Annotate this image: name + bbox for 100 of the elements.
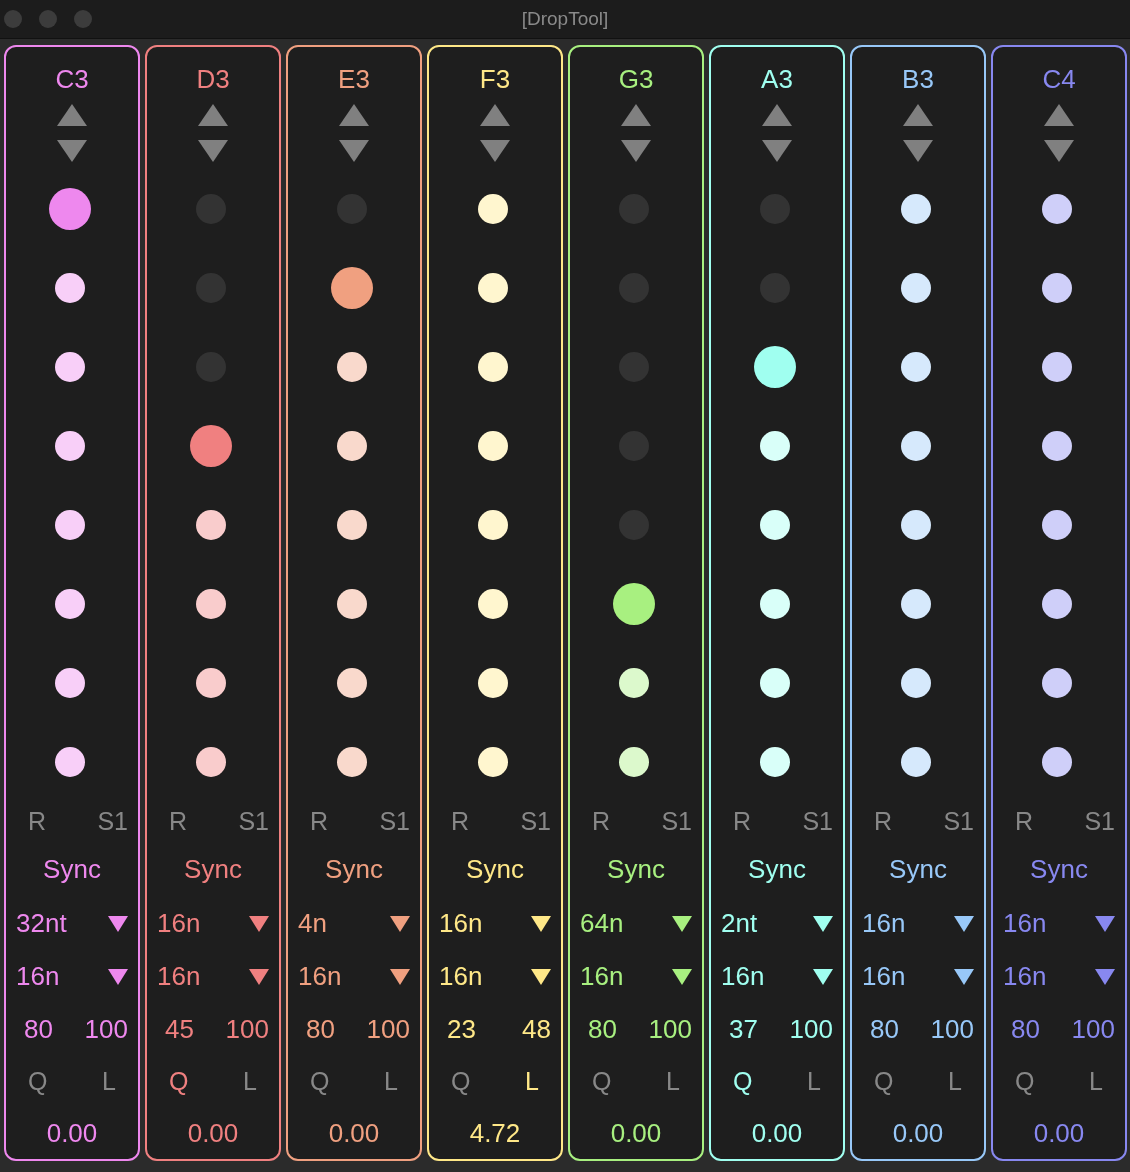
s1-button[interactable]: S1	[943, 806, 974, 836]
length-dropdown[interactable]: 16n	[860, 961, 976, 992]
rate-dropdown[interactable]: 64n	[578, 908, 694, 939]
step-dot[interactable]	[901, 351, 931, 382]
step-dot[interactable]	[1042, 272, 1072, 303]
up-arrow-icon[interactable]	[479, 103, 511, 127]
r-button[interactable]: R	[874, 806, 893, 836]
step-dot[interactable]	[478, 509, 508, 540]
probability-value[interactable]: 100	[930, 1013, 974, 1045]
rate-dropdown[interactable]: 4n	[296, 908, 412, 939]
step-dot[interactable]	[190, 424, 232, 467]
step-dot[interactable]	[901, 746, 931, 777]
q-toggle[interactable]: Q	[592, 1066, 612, 1096]
step-dot[interactable]	[901, 430, 931, 461]
up-arrow-icon[interactable]	[902, 103, 934, 127]
up-arrow-icon[interactable]	[1043, 103, 1075, 127]
step-dot[interactable]	[619, 746, 649, 777]
up-arrow-icon[interactable]	[197, 103, 229, 127]
step-dot[interactable]	[196, 588, 226, 619]
sync-button[interactable]: Sync	[889, 853, 947, 885]
down-arrow-icon[interactable]	[338, 139, 370, 163]
rate-dropdown[interactable]: 16n	[860, 908, 976, 939]
step-dot[interactable]	[613, 582, 655, 625]
r-button[interactable]: R	[451, 806, 470, 836]
step-dot[interactable]	[760, 667, 790, 698]
down-arrow-icon[interactable]	[902, 139, 934, 163]
l-toggle[interactable]: L	[807, 1066, 821, 1096]
length-dropdown[interactable]: 16n	[155, 961, 271, 992]
s1-button[interactable]: S1	[97, 806, 128, 836]
rate-dropdown[interactable]: 16n	[1001, 908, 1117, 939]
step-dot[interactable]	[196, 746, 226, 777]
length-dropdown[interactable]: 16n	[578, 961, 694, 992]
q-toggle[interactable]: Q	[310, 1066, 330, 1096]
step-dot[interactable]	[901, 272, 931, 303]
probability-value[interactable]: 100	[366, 1013, 410, 1045]
velocity-value[interactable]: 80	[24, 1013, 53, 1045]
step-dot[interactable]	[1042, 193, 1072, 224]
probability-value[interactable]: 100	[789, 1013, 833, 1045]
s1-button[interactable]: S1	[520, 806, 551, 836]
step-dot[interactable]	[337, 746, 367, 777]
rate-dropdown[interactable]: 16n	[437, 908, 553, 939]
step-dot[interactable]	[55, 430, 85, 461]
l-toggle[interactable]: L	[1089, 1066, 1103, 1096]
step-dot[interactable]	[760, 588, 790, 619]
r-button[interactable]: R	[1015, 806, 1034, 836]
step-dot[interactable]	[196, 667, 226, 698]
step-dot[interactable]	[1042, 509, 1072, 540]
l-toggle[interactable]: L	[666, 1066, 680, 1096]
step-dot[interactable]	[196, 509, 226, 540]
sync-button[interactable]: Sync	[748, 853, 806, 885]
step-dot[interactable]	[55, 272, 85, 303]
step-dot[interactable]	[901, 193, 931, 224]
step-dot[interactable]	[478, 746, 508, 777]
step-dot[interactable]	[901, 509, 931, 540]
s1-button[interactable]: S1	[238, 806, 269, 836]
step-dot[interactable]	[337, 667, 367, 698]
velocity-value[interactable]: 80	[870, 1013, 899, 1045]
velocity-value[interactable]: 23	[447, 1013, 476, 1045]
step-dot[interactable]	[337, 588, 367, 619]
r-button[interactable]: R	[592, 806, 611, 836]
step-dot[interactable]	[760, 430, 790, 461]
step-dot[interactable]	[478, 193, 508, 224]
l-toggle[interactable]: L	[948, 1066, 962, 1096]
rate-dropdown[interactable]: 16n	[155, 908, 271, 939]
r-button[interactable]: R	[169, 806, 188, 836]
sync-button[interactable]: Sync	[184, 853, 242, 885]
r-button[interactable]: R	[28, 806, 47, 836]
up-arrow-icon[interactable]	[761, 103, 793, 127]
step-dot[interactable]	[55, 588, 85, 619]
down-arrow-icon[interactable]	[197, 139, 229, 163]
step-dot[interactable]	[1042, 746, 1072, 777]
q-toggle[interactable]: Q	[28, 1066, 48, 1096]
rate-dropdown[interactable]: 32nt	[14, 908, 130, 939]
down-arrow-icon[interactable]	[1043, 139, 1075, 163]
l-toggle[interactable]: L	[102, 1066, 116, 1096]
length-dropdown[interactable]: 16n	[437, 961, 553, 992]
sync-button[interactable]: Sync	[43, 853, 101, 885]
probability-value[interactable]: 100	[648, 1013, 692, 1045]
probability-value[interactable]: 100	[225, 1013, 269, 1045]
step-dot[interactable]	[478, 272, 508, 303]
down-arrow-icon[interactable]	[479, 139, 511, 163]
l-toggle[interactable]: L	[243, 1066, 257, 1096]
down-arrow-icon[interactable]	[761, 139, 793, 163]
length-dropdown[interactable]: 16n	[14, 961, 130, 992]
step-dot[interactable]	[337, 509, 367, 540]
step-dot[interactable]	[337, 430, 367, 461]
step-dot[interactable]	[49, 187, 91, 230]
velocity-value[interactable]: 80	[588, 1013, 617, 1045]
s1-button[interactable]: S1	[1084, 806, 1115, 836]
step-dot[interactable]	[478, 588, 508, 619]
down-arrow-icon[interactable]	[56, 139, 88, 163]
velocity-value[interactable]: 45	[165, 1013, 194, 1045]
step-dot[interactable]	[760, 746, 790, 777]
up-arrow-icon[interactable]	[56, 103, 88, 127]
length-dropdown[interactable]: 16n	[719, 961, 835, 992]
length-dropdown[interactable]: 16n	[1001, 961, 1117, 992]
q-toggle[interactable]: Q	[1015, 1066, 1035, 1096]
r-button[interactable]: R	[733, 806, 752, 836]
step-dot[interactable]	[754, 345, 796, 388]
step-dot[interactable]	[1042, 351, 1072, 382]
